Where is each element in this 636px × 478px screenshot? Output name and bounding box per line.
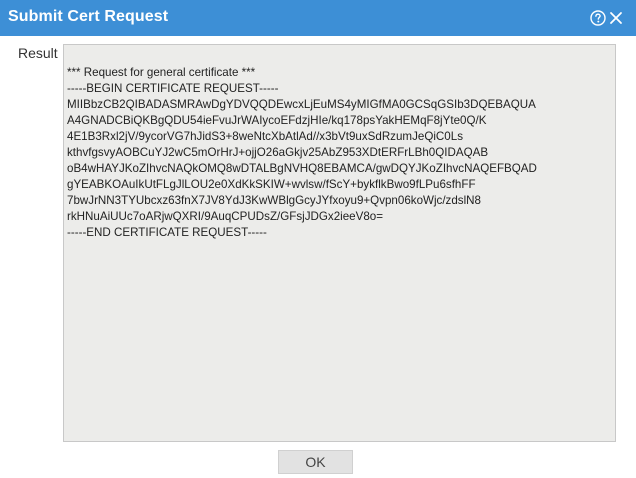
close-icon[interactable] (609, 11, 623, 25)
ok-button[interactable]: OK (278, 450, 353, 474)
help-icon[interactable] (590, 10, 606, 26)
dialog-title: Submit Cert Request (8, 8, 169, 25)
dialog-titlebar: Submit Cert Request (0, 0, 636, 36)
submit-cert-request-dialog: Submit Cert Request Result OK (0, 0, 636, 478)
result-textarea[interactable] (63, 44, 616, 442)
result-label: Result (18, 45, 58, 61)
